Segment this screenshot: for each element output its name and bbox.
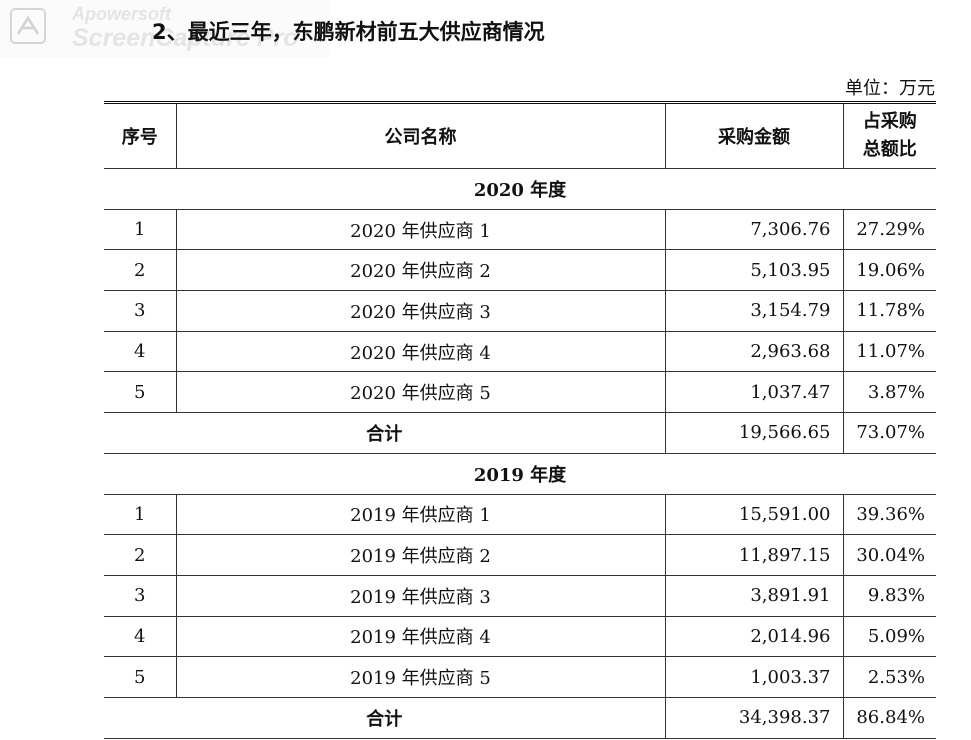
total-row: 合计 34,398.37 86.84%	[104, 696, 936, 739]
row-company: 2020 年供应商 4	[175, 330, 666, 373]
row-amount: 5,103.95	[664, 249, 844, 292]
row-amount: 1,003.37	[664, 656, 844, 698]
year-label: 2019 年度	[104, 452, 936, 495]
row-amount: 7,306.76	[664, 208, 844, 251]
table-row: 5 2020 年供应商 5 1,037.47 3.87%	[104, 371, 936, 414]
row-company: 2020 年供应商 1	[175, 208, 666, 251]
section-title: 2、最近三年，东鹏新材前五大供应商情况	[152, 20, 545, 44]
row-company: 2019 年供应商 4	[175, 615, 666, 658]
row-ratio: 11.07%	[842, 330, 936, 373]
header-ratio-line2: 总额比	[862, 139, 917, 160]
row-ratio: 11.78%	[842, 290, 936, 332]
row-index: 2	[104, 249, 177, 292]
header-index: 序号	[104, 102, 177, 169]
row-index: 4	[104, 615, 177, 658]
row-index: 5	[104, 371, 177, 414]
table-row: 1 2020 年供应商 1 7,306.76 27.29%	[104, 208, 936, 251]
row-company: 2020 年供应商 2	[175, 249, 666, 292]
total-ratio: 73.07%	[842, 412, 936, 454]
row-amount: 15,591.00	[664, 493, 844, 536]
row-ratio: 9.83%	[842, 574, 936, 617]
year-label: 2020 年度	[104, 168, 936, 210]
row-index: 4	[104, 330, 177, 373]
apowersoft-logo-icon	[10, 8, 46, 44]
total-label: 合计	[104, 696, 666, 739]
supplier-table: 序号 公司名称 采购金额 占采购 总额比 2020 年度 1 2020 年供应商 1…	[104, 101, 936, 739]
total-ratio: 86.84%	[842, 696, 936, 739]
row-ratio: 3.87%	[842, 371, 936, 414]
table-row: 4 2020 年供应商 4 2,963.68 11.07%	[104, 330, 936, 373]
row-index: 3	[104, 574, 177, 617]
year-row: 2019 年度	[104, 452, 936, 495]
row-company: 2019 年供应商 2	[175, 534, 666, 576]
total-amount: 19,566.65	[664, 412, 844, 454]
row-ratio: 5.09%	[842, 615, 936, 658]
total-label: 合计	[104, 412, 666, 454]
row-ratio: 27.29%	[842, 208, 936, 251]
table-row: 1 2019 年供应商 1 15,591.00 39.36%	[104, 493, 936, 536]
row-company: 2020 年供应商 5	[175, 371, 666, 414]
table-row: 2 2020 年供应商 2 5,103.95 19.06%	[104, 249, 936, 292]
table-row: 4 2019 年供应商 4 2,014.96 5.09%	[104, 615, 936, 658]
table-row: 3 2020 年供应商 3 3,154.79 11.78%	[104, 290, 936, 332]
header-ratio-line1: 占采购	[862, 111, 917, 132]
row-index: 1	[104, 208, 177, 251]
row-amount: 11,897.15	[664, 534, 844, 576]
row-amount: 2,963.68	[664, 330, 844, 373]
row-amount: 1,037.47	[664, 371, 844, 414]
unit-label: 单位：万元	[845, 78, 935, 99]
table-row: 5 2019 年供应商 5 1,003.37 2.53%	[104, 656, 936, 698]
row-index: 5	[104, 656, 177, 698]
row-index: 3	[104, 290, 177, 332]
table-body: 2020 年度 1 2020 年供应商 1 7,306.76 27.29% 2 2020 年…	[104, 168, 936, 739]
row-ratio: 2.53%	[842, 656, 936, 698]
row-company: 2019 年供应商 1	[175, 493, 666, 536]
row-ratio: 39.36%	[842, 493, 936, 536]
total-row: 合计 19,566.65 73.07%	[104, 412, 936, 454]
header-amount: 采购金额	[664, 102, 844, 169]
row-company: 2019 年供应商 3	[175, 574, 666, 617]
table-row: 3 2019 年供应商 3 3,891.91 9.83%	[104, 574, 936, 617]
header-company: 公司名称	[175, 102, 666, 169]
year-row: 2020 年度	[104, 168, 936, 210]
header-ratio: 占采购 总额比	[842, 102, 936, 169]
row-ratio: 30.04%	[842, 534, 936, 576]
total-amount: 34,398.37	[664, 696, 844, 739]
row-amount: 3,891.91	[664, 574, 844, 617]
row-amount: 3,154.79	[664, 290, 844, 332]
row-company: 2020 年供应商 3	[175, 290, 666, 332]
row-ratio: 19.06%	[842, 249, 936, 292]
row-company: 2019 年供应商 5	[175, 656, 666, 698]
row-index: 2	[104, 534, 177, 576]
table-header-row: 序号 公司名称 采购金额 占采购 总额比	[104, 102, 936, 169]
table-row: 2 2019 年供应商 2 11,897.15 30.04%	[104, 534, 936, 576]
row-amount: 2,014.96	[664, 615, 844, 658]
row-index: 1	[104, 493, 177, 536]
